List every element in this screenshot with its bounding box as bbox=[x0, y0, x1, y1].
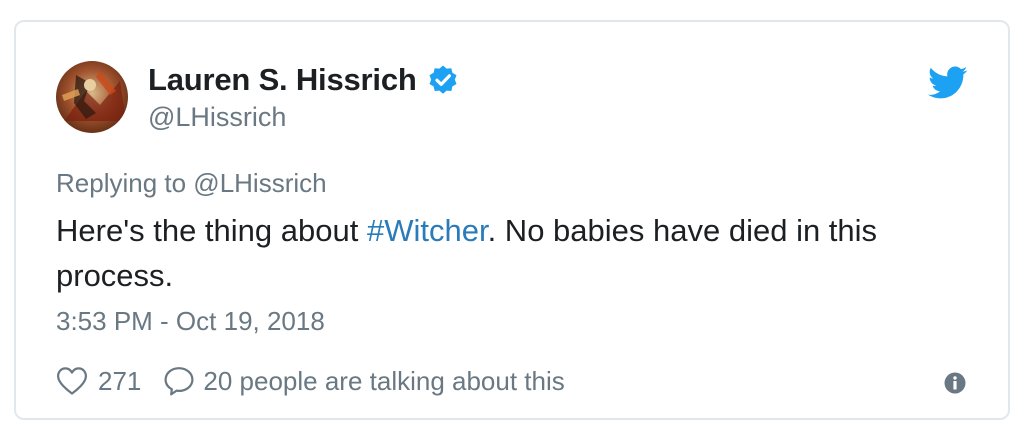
reply-button[interactable]: 20 people are talking about this bbox=[163, 365, 565, 397]
author-handle[interactable]: @LHissrich bbox=[148, 102, 286, 133]
tweet-text: Here's the thing about #Witcher. No babi… bbox=[56, 208, 936, 298]
author-name-text[interactable]: Lauren S. Hissrich bbox=[148, 62, 417, 98]
tweet-timestamp[interactable]: 3:53 PM - Oct 19, 2018 bbox=[56, 306, 325, 337]
speech-bubble-icon bbox=[164, 367, 194, 396]
replies-label: 20 people are talking about this bbox=[203, 365, 565, 396]
like-button[interactable]: 271 bbox=[56, 366, 163, 397]
tweet-text-before: Here's the thing about bbox=[56, 213, 367, 248]
like-count: 271 bbox=[98, 365, 142, 396]
tweet-card[interactable]: Lauren S. Hissrich @LHissrich Replying t… bbox=[14, 20, 1010, 420]
verified-badge-icon bbox=[427, 64, 459, 96]
tweet-actions: 271 20 people are talking about this bbox=[56, 364, 565, 398]
replying-to-label[interactable]: Replying to @LHissrich bbox=[56, 168, 327, 199]
info-circle-icon[interactable] bbox=[944, 372, 966, 394]
twitter-bird-icon[interactable] bbox=[928, 66, 968, 100]
heart-outline-icon bbox=[57, 367, 87, 395]
hashtag-link[interactable]: #Witcher bbox=[367, 213, 488, 248]
author-name[interactable]: Lauren S. Hissrich bbox=[148, 62, 459, 98]
avatar-image bbox=[56, 61, 128, 133]
avatar[interactable] bbox=[56, 61, 128, 133]
